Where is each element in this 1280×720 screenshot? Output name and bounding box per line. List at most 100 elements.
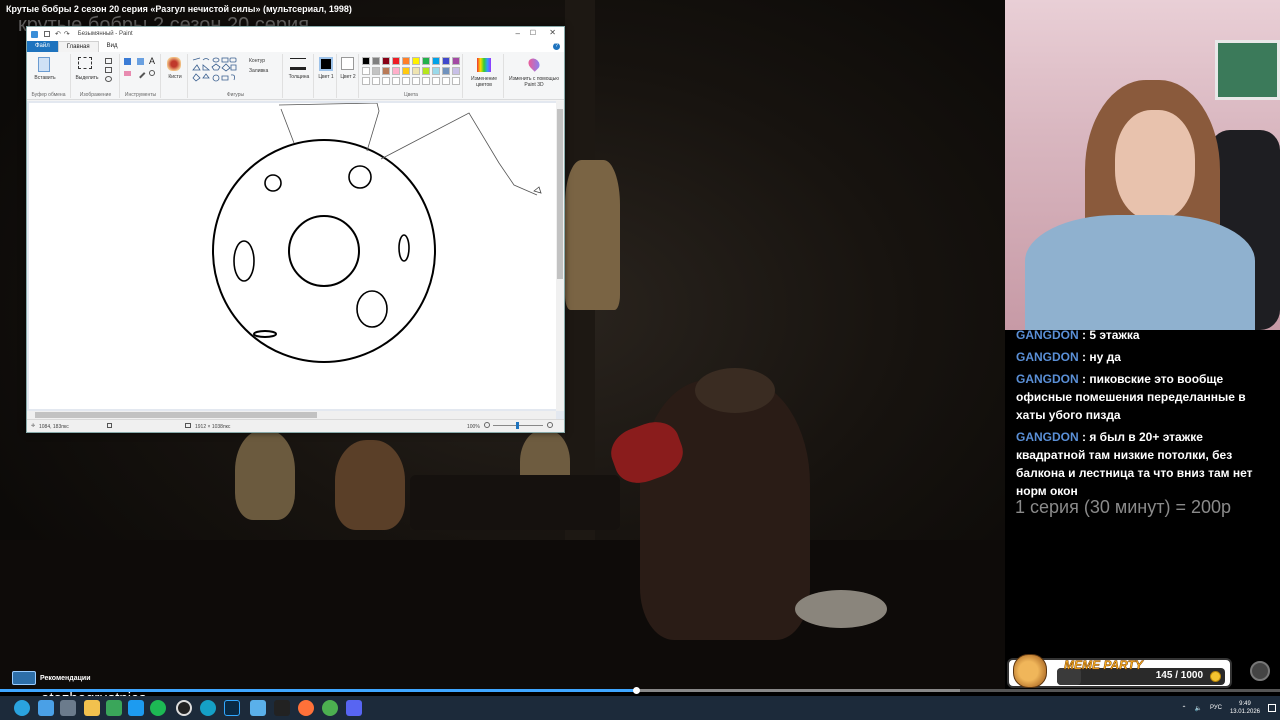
palette-swatch[interactable] <box>392 57 400 65</box>
palette-swatch[interactable] <box>422 57 430 65</box>
menu-view[interactable]: Вид <box>99 41 126 52</box>
palette-swatch[interactable] <box>422 67 430 75</box>
file-explorer-icon[interactable] <box>84 700 100 716</box>
palette-swatch[interactable] <box>362 57 370 65</box>
palette-empty-swatch[interactable] <box>452 77 460 85</box>
palette-empty-swatch[interactable] <box>372 77 380 85</box>
photoshop-icon[interactable] <box>224 700 240 716</box>
edge-icon[interactable] <box>200 700 216 716</box>
video-scrubber[interactable] <box>633 687 641 694</box>
palette-empty-swatch[interactable] <box>402 77 410 85</box>
clock[interactable]: 9:49 13.01.2026 <box>1230 700 1260 716</box>
drawing-canvas[interactable] <box>29 102 556 409</box>
shapes-gallery[interactable] <box>192 57 238 87</box>
chat-username[interactable]: GANGDON <box>1016 328 1079 342</box>
resize-icon[interactable] <box>105 67 112 73</box>
quick-save-icon[interactable] <box>44 31 50 37</box>
help-icon[interactable]: ? <box>553 43 560 50</box>
paste-icon[interactable] <box>38 57 50 72</box>
zoom-slider-thumb[interactable] <box>516 422 519 429</box>
color2-swatch[interactable] <box>341 57 354 70</box>
palette-swatch[interactable] <box>372 57 380 65</box>
outline-dropdown[interactable]: Контур <box>249 58 265 64</box>
palette-swatch[interactable] <box>412 57 420 65</box>
video-progress-bar[interactable] <box>0 687 1280 694</box>
magnifier-icon[interactable] <box>149 70 155 76</box>
thickness-icon[interactable] <box>290 58 306 70</box>
volume-icon[interactable]: 🔈 <box>1194 705 1201 712</box>
fill-dropdown[interactable]: Заливка <box>249 68 268 74</box>
menu-file[interactable]: Файл <box>27 41 58 52</box>
paint3d-icon[interactable] <box>526 56 542 72</box>
palette-swatch[interactable] <box>442 67 450 75</box>
paint-titlebar[interactable]: ↶ ↷ Безымянный - Paint – ☐ ✕ <box>27 27 564 41</box>
thickness-button[interactable]: Толщина <box>284 74 314 80</box>
paint-window[interactable]: ↶ ↷ Безымянный - Paint – ☐ ✕ Файл Главна… <box>26 26 565 433</box>
color1-swatch[interactable] <box>319 57 333 71</box>
palette-empty-swatch[interactable] <box>442 77 450 85</box>
palette-swatch[interactable] <box>362 67 370 75</box>
app-icon[interactable] <box>274 700 290 716</box>
palette-swatch[interactable] <box>382 57 390 65</box>
palette-swatch[interactable] <box>452 67 460 75</box>
palette-empty-swatch[interactable] <box>382 77 390 85</box>
vertical-scroll-thumb[interactable] <box>557 109 563 279</box>
spotify-icon[interactable] <box>150 700 166 716</box>
maximize-button[interactable]: ☐ <box>530 29 536 37</box>
palette-swatch[interactable] <box>402 57 410 65</box>
palette-empty-swatch[interactable] <box>392 77 400 85</box>
discord-icon[interactable] <box>346 700 362 716</box>
palette-swatch[interactable] <box>372 67 380 75</box>
pencil-icon[interactable] <box>124 58 131 65</box>
minimize-button[interactable]: – <box>516 29 520 38</box>
language-indicator[interactable]: РУС <box>1210 705 1222 711</box>
menu-home[interactable]: Главная <box>57 41 99 52</box>
app-icon[interactable] <box>60 700 76 716</box>
fill-icon[interactable] <box>137 58 144 65</box>
notification-icon[interactable] <box>1268 704 1276 712</box>
zoom-in-icon[interactable] <box>547 422 553 428</box>
text-icon[interactable]: A <box>149 56 155 66</box>
redo-icon[interactable]: ↷ <box>64 30 70 38</box>
palette-swatch[interactable] <box>442 57 450 65</box>
vertical-scrollbar[interactable] <box>556 101 564 411</box>
paint3d-button[interactable]: Изменить с помощью Paint 3D <box>506 76 562 88</box>
rotate-icon[interactable] <box>105 76 112 82</box>
edit-colors-icon[interactable] <box>477 58 491 72</box>
palette-swatch[interactable] <box>432 57 440 65</box>
tray-chevron-icon[interactable]: ⌃ <box>1181 705 1186 712</box>
palette-swatch[interactable] <box>402 67 410 75</box>
recommendations[interactable]: Рекомендации <box>12 671 91 685</box>
telegram-icon[interactable] <box>14 700 30 716</box>
palette-swatch[interactable] <box>432 67 440 75</box>
brush-icon[interactable] <box>167 57 181 71</box>
eraser-icon[interactable] <box>124 71 131 76</box>
chat-username[interactable]: GANGDON <box>1016 430 1079 444</box>
chat-username[interactable]: GANGDON <box>1016 372 1079 386</box>
palette-swatch[interactable] <box>452 57 460 65</box>
zoom-out-icon[interactable] <box>484 422 490 428</box>
palette-empty-swatch[interactable] <box>432 77 440 85</box>
palette-empty-swatch[interactable] <box>412 77 420 85</box>
chat-username[interactable]: GANGDON <box>1016 350 1079 364</box>
palette-empty-swatch[interactable] <box>362 77 370 85</box>
close-button[interactable]: ✕ <box>549 28 556 37</box>
paint-taskbar-icon[interactable] <box>250 700 266 716</box>
brushes-button[interactable]: Кисти <box>162 74 188 80</box>
power-icon[interactable] <box>1250 661 1270 681</box>
select-button[interactable]: Выделить <box>72 75 102 81</box>
horizontal-scroll-thumb[interactable] <box>35 412 317 418</box>
obs-icon[interactable] <box>176 700 192 716</box>
paste-button[interactable]: Вставить <box>29 75 61 81</box>
app-icon[interactable] <box>106 700 122 716</box>
firefox-icon[interactable] <box>298 700 314 716</box>
edit-colors-button[interactable]: Изменение цветов <box>465 76 503 88</box>
palette-empty-swatch[interactable] <box>422 77 430 85</box>
picker-icon[interactable] <box>135 68 146 79</box>
palette-swatch[interactable] <box>412 67 420 75</box>
undo-icon[interactable]: ↶ <box>55 30 61 38</box>
horizontal-scrollbar[interactable] <box>27 411 556 419</box>
palette-swatch[interactable] <box>382 67 390 75</box>
app-icon[interactable] <box>128 700 144 716</box>
app-icon[interactable] <box>322 700 338 716</box>
